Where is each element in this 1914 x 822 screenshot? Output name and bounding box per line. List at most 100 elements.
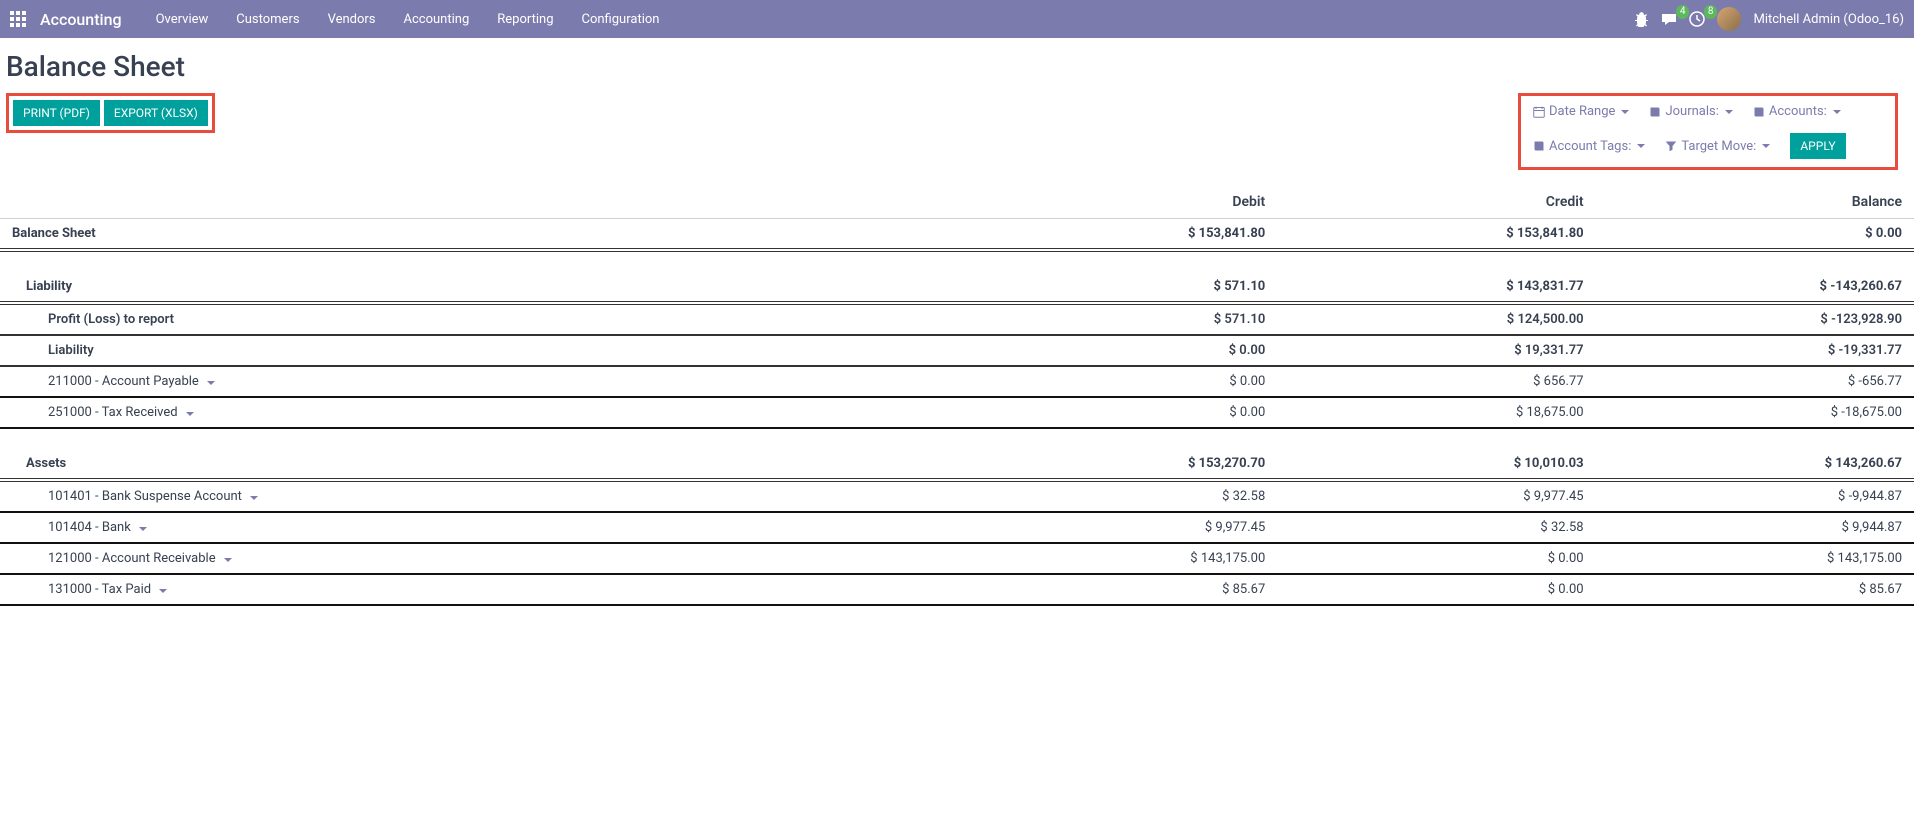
cell-debit: $ 0.00: [959, 366, 1277, 397]
page-title: Balance Sheet: [6, 50, 1898, 83]
cell-credit: $ 0.00: [1277, 574, 1595, 605]
caret-down-icon[interactable]: [157, 582, 167, 597]
filter-box: Date Range Journals: Accounts: Account T…: [1518, 93, 1898, 170]
cell-debit: $ 571.10: [959, 272, 1277, 303]
row-label: 101401 - Bank Suspense Account: [48, 489, 242, 504]
table-row: 101404 - Bank$ 9,977.45$ 32.58$ 9,944.87: [0, 512, 1914, 543]
table-row: [0, 428, 1914, 449]
navbar: Accounting Overview Customers Vendors Ac…: [0, 0, 1914, 38]
table-row: 131000 - Tax Paid$ 85.67$ 0.00$ 85.67: [0, 574, 1914, 605]
row-label: Liability: [26, 279, 72, 294]
caret-down-icon[interactable]: [184, 405, 194, 420]
row-label-cell: Balance Sheet: [0, 219, 959, 251]
filter-account-tags[interactable]: Account Tags:: [1533, 139, 1645, 154]
cell-balance: $ -656.77: [1596, 366, 1914, 397]
export-box: Print (PDF) Export (XLSX): [6, 93, 215, 133]
filter-label: Accounts:: [1769, 104, 1827, 119]
row-label-cell[interactable]: 101401 - Bank Suspense Account: [0, 480, 959, 512]
cell-balance: $ 143,260.67: [1596, 449, 1914, 480]
nav-items: Overview Customers Vendors Accounting Re…: [142, 12, 674, 27]
cell-balance: $ -18,675.00: [1596, 397, 1914, 428]
filter-journals[interactable]: Journals:: [1649, 104, 1732, 119]
print-pdf-button[interactable]: Print (PDF): [13, 100, 100, 126]
row-label: Balance Sheet: [12, 226, 96, 241]
cell-credit: $ 19,331.77: [1277, 335, 1595, 366]
cell-debit: $ 85.67: [959, 574, 1277, 605]
filter-label: Date Range: [1549, 104, 1615, 119]
row-label-cell[interactable]: 101404 - Bank: [0, 512, 959, 543]
nav-overview[interactable]: Overview: [142, 12, 223, 27]
row-label: 131000 - Tax Paid: [48, 582, 151, 597]
cell-credit: $ 143,831.77: [1277, 272, 1595, 303]
cell-debit: $ 32.58: [959, 480, 1277, 512]
table-row: 121000 - Account Receivable$ 143,175.00$…: [0, 543, 1914, 574]
row-label: Profit (Loss) to report: [48, 312, 174, 327]
avatar[interactable]: [1717, 7, 1741, 31]
cell-debit: $ 153,270.70: [959, 449, 1277, 480]
caret-down-icon[interactable]: [248, 489, 258, 504]
book-icon: [1533, 140, 1545, 152]
cell-credit: $ 18,675.00: [1277, 397, 1595, 428]
table-header-row: Debit Credit Balance: [0, 186, 1914, 219]
spacer-cell: [0, 428, 1914, 449]
cell-credit: $ 656.77: [1277, 366, 1595, 397]
table-row: 251000 - Tax Received$ 0.00$ 18,675.00$ …: [0, 397, 1914, 428]
col-debit: Debit: [959, 186, 1277, 219]
table-row: Assets $ 153,270.70$ 10,010.03$ 143,260.6…: [0, 449, 1914, 480]
row-label-cell[interactable]: 131000 - Tax Paid: [0, 574, 959, 605]
row-label-cell: Assets: [0, 449, 959, 480]
caret-down-icon: [1833, 110, 1841, 114]
clock-icon[interactable]: 8: [1689, 11, 1705, 27]
cell-balance: $ -9,944.87: [1596, 480, 1914, 512]
row-label-cell[interactable]: 251000 - Tax Received: [0, 397, 959, 428]
table-row: 211000 - Account Payable$ 0.00$ 656.77$ …: [0, 366, 1914, 397]
col-name: [0, 186, 959, 219]
caret-down-icon[interactable]: [205, 374, 215, 389]
row-label-cell[interactable]: 121000 - Account Receivable: [0, 543, 959, 574]
apply-button[interactable]: Apply: [1790, 133, 1845, 159]
caret-down-icon[interactable]: [137, 520, 147, 535]
nav-configuration[interactable]: Configuration: [568, 12, 674, 27]
apps-icon[interactable]: [10, 11, 26, 27]
username[interactable]: Mitchell Admin (Odoo_16): [1753, 12, 1904, 27]
export-xlsx-button[interactable]: Export (XLSX): [104, 100, 208, 126]
cell-credit: $ 9,977.45: [1277, 480, 1595, 512]
nav-vendors[interactable]: Vendors: [314, 12, 390, 27]
cell-balance: $ 0.00: [1596, 219, 1914, 251]
messages-icon[interactable]: 4: [1661, 11, 1677, 27]
cell-debit: $ 9,977.45: [959, 512, 1277, 543]
filter-accounts[interactable]: Accounts:: [1753, 104, 1841, 119]
brand[interactable]: Accounting: [40, 10, 122, 29]
filter-date-range[interactable]: Date Range: [1533, 104, 1629, 119]
table-row: [0, 250, 1914, 272]
row-label: Liability: [48, 343, 94, 358]
nav-customers[interactable]: Customers: [222, 12, 313, 27]
filter-label: Target Move:: [1681, 139, 1756, 154]
nav-accounting[interactable]: Accounting: [390, 12, 484, 27]
col-credit: Credit: [1277, 186, 1595, 219]
cell-debit: $ 571.10: [959, 303, 1277, 335]
cell-debit: $ 0.00: [959, 335, 1277, 366]
book-icon: [1753, 106, 1765, 118]
filter-label: Journals:: [1665, 104, 1718, 119]
cell-debit: $ 0.00: [959, 397, 1277, 428]
report-table: Debit Credit Balance Balance Sheet$ 153,…: [0, 186, 1914, 606]
table-row: Balance Sheet$ 153,841.80$ 153,841.80$ 0…: [0, 219, 1914, 251]
row-label: 121000 - Account Receivable: [48, 551, 216, 566]
cell-balance: $ 143,175.00: [1596, 543, 1914, 574]
caret-down-icon: [1637, 144, 1645, 148]
nav-reporting[interactable]: Reporting: [483, 12, 567, 27]
row-label-cell: Profit (Loss) to report: [0, 303, 959, 335]
row-label: Assets: [26, 456, 66, 471]
caret-down-icon[interactable]: [222, 551, 232, 566]
row-label-cell[interactable]: 211000 - Account Payable: [0, 366, 959, 397]
filter-target-move[interactable]: Target Move:: [1665, 139, 1770, 154]
cell-balance: $ -143,260.67: [1596, 272, 1914, 303]
caret-down-icon: [1762, 144, 1770, 148]
cell-balance: $ 9,944.87: [1596, 512, 1914, 543]
cell-credit: $ 10,010.03: [1277, 449, 1595, 480]
table-row: Profit (Loss) to report$ 571.10$ 124,500…: [0, 303, 1914, 335]
cell-balance: $ -123,928.90: [1596, 303, 1914, 335]
bug-icon[interactable]: [1633, 11, 1649, 27]
table-row: Liability $ 571.10$ 143,831.77$ -143,260.…: [0, 272, 1914, 303]
